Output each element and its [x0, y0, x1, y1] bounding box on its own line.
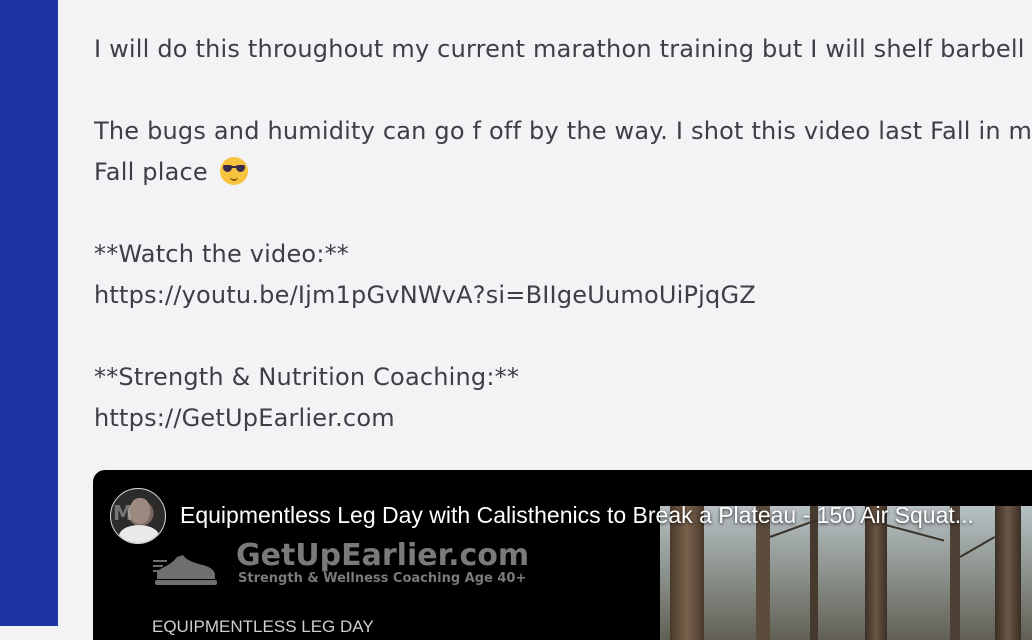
coaching-heading: **Strength & Nutrition Coaching:**	[94, 363, 520, 391]
coaching-link[interactable]: https://GetUpEarlier.com	[94, 403, 395, 433]
brand-name: GetUpEarlier.com	[236, 538, 530, 573]
post-paragraph-2-end: Fall place	[94, 158, 208, 186]
left-rail	[0, 0, 58, 626]
sneaker-logo-icon	[153, 555, 217, 585]
watch-video-heading: **Watch the video:**	[94, 240, 350, 268]
youtube-link[interactable]: https://youtu.be/Ijm1pGvNWvA?si=BIIgeUum…	[94, 280, 756, 310]
post-paragraph-1: I will do this throughout my current mar…	[94, 35, 1032, 63]
sunglasses-emoji-icon	[219, 157, 248, 185]
brand-tagline: Strength & Wellness Coaching Age 40+	[238, 571, 527, 586]
video-title[interactable]: Equipmentless Leg Day with Calisthenics …	[180, 502, 1032, 529]
video-embed[interactable]: M Equipmentless Leg Day with Calisthenic…	[93, 470, 1032, 640]
channel-avatar[interactable]: M	[110, 488, 166, 544]
thumbnail-subtitle: EQUIPMENTLESS LEG DAY	[152, 617, 374, 636]
post-paragraph-2-cont: Fall place	[94, 157, 248, 187]
post-paragraph-2: The bugs and humidity can go f off by th…	[94, 117, 1032, 145]
